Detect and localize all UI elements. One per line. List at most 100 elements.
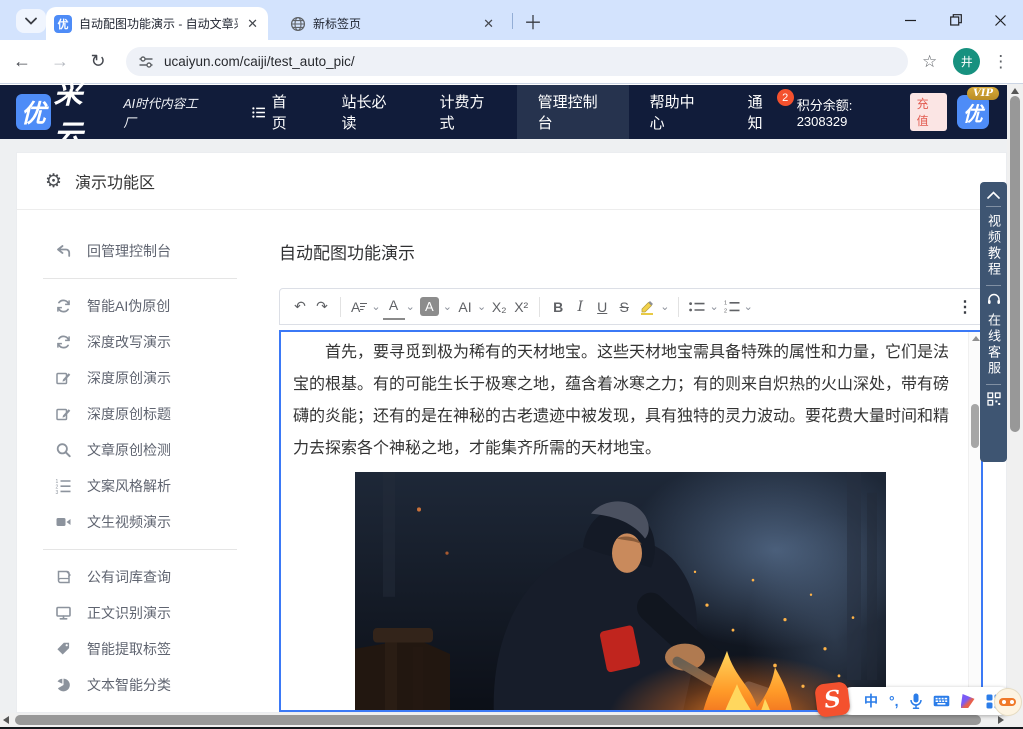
nav-item-console[interactable]: 管理控制台 xyxy=(517,85,629,139)
strikethrough-button[interactable]: S xyxy=(613,294,635,320)
site-settings-icon xyxy=(138,54,154,70)
superscript-button[interactable]: X² xyxy=(510,294,532,320)
tab-search-button[interactable] xyxy=(16,9,46,33)
italic-button[interactable]: I xyxy=(569,294,591,320)
ordered-list-button[interactable]: 12 xyxy=(721,294,743,320)
book-icon xyxy=(55,569,72,585)
ime-punctuation-button[interactable]: °, xyxy=(889,693,899,709)
editor-content[interactable]: 首先，要寻觅到极为稀有的天材地宝。这些天材地宝需具备特殊的属性和力量，它们是法宝… xyxy=(279,330,983,712)
underline-button[interactable]: U xyxy=(591,294,613,320)
video-tutorial-button[interactable]: 视频教程 xyxy=(987,214,1000,278)
nav-item-help[interactable]: 帮助中心 xyxy=(629,85,727,139)
svg-text:1: 1 xyxy=(724,301,727,307)
ordered-list-icon: 123 xyxy=(55,478,72,494)
bg-color-button[interactable]: A xyxy=(417,294,442,320)
browser-menu-icon[interactable]: ⋮ xyxy=(992,52,1009,72)
scroll-up-arrow[interactable] xyxy=(1011,88,1019,94)
chevron-down-icon[interactable]: ⌄ xyxy=(477,300,486,313)
chevron-down-icon[interactable]: ⌄ xyxy=(406,300,415,313)
online-service-button[interactable]: 在线客服 xyxy=(987,313,1000,377)
redo-button[interactable]: ↷ xyxy=(311,294,333,320)
chevron-down-icon[interactable]: ⌄ xyxy=(371,300,380,313)
restore-button[interactable] xyxy=(933,0,978,40)
forward-button[interactable]: → xyxy=(44,51,76,72)
ime-logo[interactable]: S xyxy=(814,681,851,718)
ime-mascot-icon[interactable] xyxy=(994,688,1022,716)
microphone-icon[interactable] xyxy=(910,693,922,709)
vip-badge: VIP xyxy=(967,87,999,100)
recharge-button[interactable]: 充值 xyxy=(910,93,947,131)
ime-skin-icon[interactable] xyxy=(961,694,975,708)
subscript-button[interactable]: X₂ xyxy=(488,294,510,320)
site-logo-icon[interactable]: 优 xyxy=(16,94,51,130)
scroll-up-arrow[interactable] xyxy=(972,336,980,341)
close-icon xyxy=(995,15,1006,26)
undo-button[interactable]: ↶ xyxy=(289,294,311,320)
nav-item-pricing[interactable]: 计费方式 xyxy=(419,85,517,139)
sidebar-item-originality-check[interactable]: 文章原创检测 xyxy=(17,432,263,468)
chevron-down-icon[interactable]: ⌄ xyxy=(744,300,753,313)
bullet-list-icon xyxy=(689,301,705,313)
tab-title: 新标签页 xyxy=(313,15,474,32)
sidebar-item-original-title[interactable]: 深度原创标题 xyxy=(17,396,263,432)
toolbar-more-button[interactable]: ⋮ xyxy=(957,297,973,317)
profile-avatar[interactable]: 井 xyxy=(953,48,980,75)
minimize-button[interactable] xyxy=(888,0,933,40)
nav-item-must-read[interactable]: 站长必读 xyxy=(320,85,418,139)
reload-button[interactable]: ↻ xyxy=(82,51,114,72)
chevron-down-icon[interactable]: ⌄ xyxy=(709,300,718,313)
video-icon xyxy=(55,514,72,530)
ime-mode-button[interactable]: 中 xyxy=(864,691,878,711)
bullet-list-button[interactable] xyxy=(686,294,708,320)
chevron-down-icon[interactable]: ⌄ xyxy=(660,300,669,313)
article-image[interactable] xyxy=(355,472,886,712)
tab-active[interactable]: 优 自动配图功能演示 - 自动文章采 ✕ xyxy=(46,7,268,40)
sidebar-item-text-classification[interactable]: 文本智能分类 xyxy=(17,667,263,703)
sidebar-item-ai-rewrite[interactable]: 智能AI伪原创 xyxy=(17,288,263,324)
gear-icon: ⚙ xyxy=(45,170,62,193)
page-horizontal-scrollbar[interactable] xyxy=(0,713,1007,727)
scroll-right-arrow[interactable] xyxy=(998,716,1004,724)
ai-tools-button[interactable]: AI xyxy=(454,294,476,320)
main-content: 自动配图功能演示 ↶ ↷ A ⌄ A ⌄ A ⌄ AI ⌄ X₂ X² B xyxy=(263,211,1007,713)
vertical-scrollbar-thumb[interactable] xyxy=(1010,96,1020,432)
page-vertical-scrollbar[interactable] xyxy=(1007,84,1023,729)
article-paragraph[interactable]: 首先，要寻觅到极为稀有的天材地宝。这些天材地宝需具备特殊的属性和力量，它们是法宝… xyxy=(281,332,981,465)
chevron-up-icon[interactable] xyxy=(987,191,1000,199)
address-bar[interactable]: ucaiyun.com/caiji/test_auto_pic/ xyxy=(126,47,908,76)
sidebar-item-back-console[interactable]: 回管理控制台 xyxy=(17,233,263,269)
sidebar-item-extract-tags[interactable]: 智能提取标签 xyxy=(17,631,263,667)
font-color-button[interactable]: A xyxy=(383,294,405,320)
keyboard-icon[interactable] xyxy=(933,695,950,707)
nav-item-label: 站长必读 xyxy=(341,91,397,133)
font-size-button[interactable]: A xyxy=(348,294,370,320)
horizontal-scrollbar-thumb[interactable] xyxy=(15,715,981,725)
sidebar-item-text-to-video[interactable]: 文生视频演示 xyxy=(17,504,263,540)
headset-icon[interactable] xyxy=(987,293,1001,306)
tab-new-tab-page[interactable]: 新标签页 ✕ xyxy=(282,7,504,40)
scroll-left-arrow[interactable] xyxy=(3,716,9,724)
bookmark-star-icon[interactable]: ☆ xyxy=(922,52,937,72)
qr-code-icon[interactable] xyxy=(987,392,1001,406)
toolbar-separator xyxy=(678,297,679,317)
editor-scrollbar-thumb[interactable] xyxy=(971,404,979,448)
highlight-button[interactable] xyxy=(635,294,659,320)
tab-close-icon[interactable]: ✕ xyxy=(245,16,260,32)
new-tab-button[interactable]: ＋ xyxy=(520,8,546,34)
chevron-down-icon[interactable]: ⌄ xyxy=(443,300,452,313)
tab-close-icon[interactable]: ✕ xyxy=(481,16,496,32)
bold-button[interactable]: B xyxy=(547,294,569,320)
sidebar-item-body-recognition[interactable]: 正文识别演示 xyxy=(17,595,263,631)
nav-item-notifications[interactable]: 通知 2 xyxy=(727,85,797,139)
content-card: ⚙ 演示功能区 回管理控制台 智能AI伪原创 深度改写演示 xyxy=(16,152,1007,713)
sidebar-item-label: 智能AI伪原创 xyxy=(87,296,170,316)
sidebar-item-public-thesaurus[interactable]: 公有词库查询 xyxy=(17,559,263,595)
close-window-button[interactable] xyxy=(978,0,1023,40)
sidebar-item-deep-rewrite[interactable]: 深度改写演示 xyxy=(17,324,263,360)
nav-item-home[interactable]: 首页 xyxy=(231,85,321,139)
sidebar-item-deep-original[interactable]: 深度原创演示 xyxy=(17,360,263,396)
user-avatar[interactable]: 优 VIP xyxy=(957,95,989,129)
sidebar-item-style-analysis[interactable]: 123 文案风格解析 xyxy=(17,468,263,504)
monitor-icon xyxy=(55,605,72,621)
back-button[interactable]: ← xyxy=(6,51,38,72)
